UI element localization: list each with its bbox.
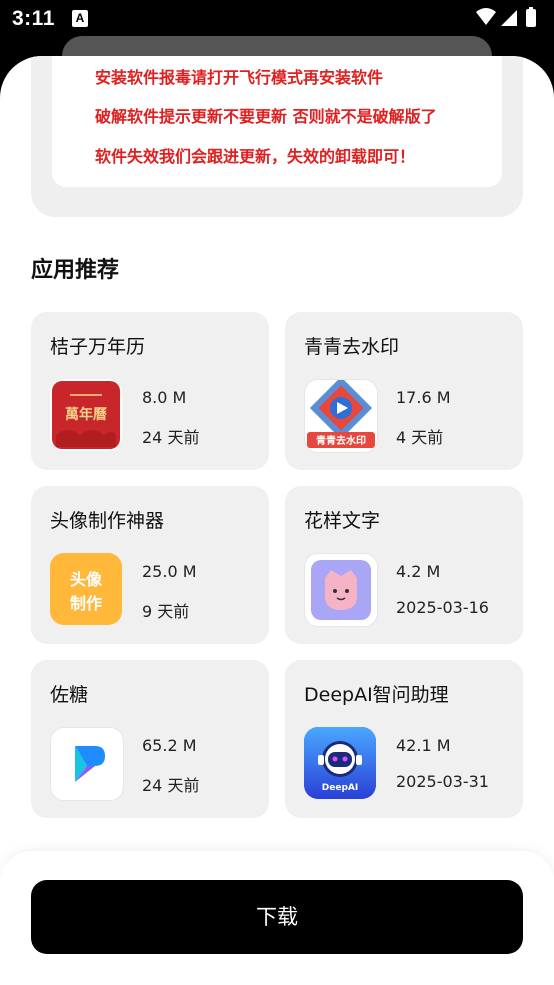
app-size: 65.2 M: [142, 736, 197, 755]
app-date: 9 天前: [142, 602, 190, 621]
qingqing-icon: 青青去水印: [304, 379, 378, 453]
zuotang-icon: [50, 727, 124, 801]
app-name: 佐糖: [50, 684, 89, 706]
app-size: 42.1 M: [396, 736, 451, 755]
app-card-qingqing[interactable]: 青青去水印 青青去水印 17.6 M 4 天前: [285, 312, 523, 470]
app-size: 25.0 M: [142, 562, 197, 581]
wannianli-icon: 萬年曆: [50, 379, 122, 451]
app-date: 2025-03-31: [396, 772, 489, 791]
svg-text:DeepAI: DeepAI: [322, 783, 358, 793]
app-card-wannianli[interactable]: 桔子万年历 萬年曆 8.0 M 24 天前: [31, 312, 269, 470]
app-card-zuotang[interactable]: 佐糖 65.2 M 24 天前: [31, 660, 269, 818]
app-size: 8.0 M: [142, 388, 187, 407]
app-card-huayang[interactable]: 花样文字 4.2 M 2025-03-16: [285, 486, 523, 644]
notice-panel: 安装软件报毒请打开飞行模式再安装软件 破解软件提示更新不要更新 否则就不是破解版…: [31, 56, 523, 217]
deepai-icon: DeepAI: [304, 727, 376, 799]
svg-text:制作: 制作: [70, 594, 102, 613]
svg-text:萬年曆: 萬年曆: [65, 406, 107, 423]
app-name: 头像制作神器: [50, 510, 165, 532]
app-date: 24 天前: [142, 776, 200, 795]
app-card-deepai[interactable]: DeepAI智问助理 DeepAI 42.1 M 2025-03-31: [285, 660, 523, 818]
notification-icon: A: [72, 10, 88, 27]
notice-line: 软件失效我们会跟进更新，失效的卸载即可！: [95, 147, 416, 166]
wifi-icon: [476, 8, 496, 25]
app-size: 4.2 M: [396, 562, 441, 581]
app-date: 4 天前: [396, 428, 444, 447]
bottom-sheet: 安装软件报毒请打开飞行模式再安装软件 破解软件提示更新不要更新 否则就不是破解版…: [0, 56, 554, 985]
app-name: 花样文字: [304, 510, 381, 532]
app-name: DeepAI智问助理: [304, 684, 449, 706]
notice-line: 破解软件提示更新不要更新 否则就不是破解版了: [95, 107, 437, 126]
download-button[interactable]: 下载: [31, 880, 523, 954]
status-time: 3:11: [12, 7, 55, 30]
app-name: 青青去水印: [304, 336, 400, 358]
footer-bar: 下载: [0, 851, 554, 985]
app-date: 2025-03-16: [396, 598, 489, 617]
app-size: 17.6 M: [396, 388, 451, 407]
notice-card: 安装软件报毒请打开飞行模式再安装软件 破解软件提示更新不要更新 否则就不是破解版…: [52, 56, 502, 187]
app-name: 桔子万年历: [50, 336, 146, 358]
touxiang-icon: 头像 制作: [50, 553, 122, 625]
huayang-icon: [304, 553, 378, 627]
app-date: 24 天前: [142, 428, 200, 447]
status-bar: 3:11 A: [0, 0, 554, 40]
svg-text:头像: 头像: [70, 570, 103, 589]
svg-text:青青去水印: 青青去水印: [316, 434, 366, 447]
signal-icon: [501, 10, 517, 26]
section-title: 应用推荐: [31, 258, 120, 283]
battery-icon: [526, 7, 536, 27]
notice-line: 安装软件报毒请打开飞行模式再安装软件: [95, 68, 384, 87]
app-card-touxiang[interactable]: 头像制作神器 头像 制作 25.0 M 9 天前: [31, 486, 269, 644]
